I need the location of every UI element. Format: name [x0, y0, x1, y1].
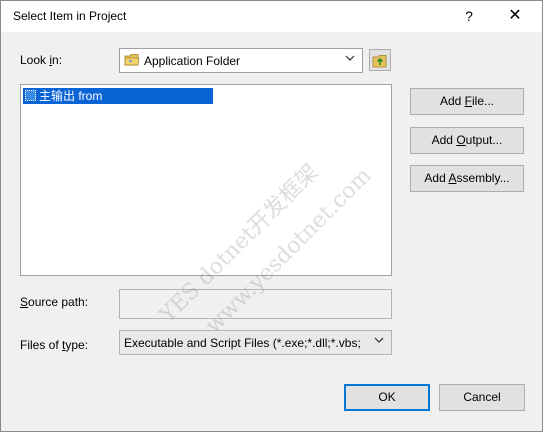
list-item-label: 主输出 from — [39, 89, 103, 103]
add-file-post: ile... — [472, 94, 495, 108]
look-in-value: Application Folder — [144, 54, 241, 68]
add-assembly-post: ssembly... — [456, 171, 510, 185]
folder-icon — [124, 54, 140, 66]
files-of-type-prefix: Files of — [20, 338, 63, 352]
source-path-label: Source path: — [20, 295, 88, 309]
add-output-accel: O — [456, 133, 466, 147]
chevron-down-icon — [374, 335, 384, 348]
select-item-dialog: Select Item in Project ? ✕ Look in: Appl… — [0, 0, 543, 432]
add-file-button[interactable]: Add File... — [410, 88, 524, 115]
add-file-accel: F — [464, 94, 472, 108]
project-output-icon — [25, 90, 36, 101]
cancel-button[interactable]: Cancel — [439, 384, 525, 411]
files-of-type-suffix: ype: — [65, 338, 89, 352]
look-in-dropdown[interactable]: Application Folder — [119, 48, 363, 73]
list-item[interactable]: 主输出 from — [23, 88, 213, 104]
look-in-label-prefix: Look — [20, 53, 50, 67]
look-in-label: Look in: — [20, 53, 62, 67]
up-folder-button[interactable] — [369, 49, 391, 71]
add-file-pre: Add — [439, 94, 465, 108]
add-output-button[interactable]: Add Output... — [410, 127, 524, 154]
files-of-type-dropdown[interactable]: Executable and Script Files (*.exe;*.dll… — [119, 330, 392, 355]
files-of-type-label: Files of type: — [20, 338, 88, 352]
source-path-field[interactable] — [119, 289, 392, 319]
files-of-type-value: Executable and Script Files (*.exe;*.dll… — [124, 336, 361, 350]
folder-up-icon — [372, 55, 387, 68]
source-path-label-accel: S — [20, 295, 29, 309]
source-path-label-rest: ource path: — [28, 295, 89, 309]
close-button[interactable]: ✕ — [497, 2, 533, 30]
chevron-down-icon — [345, 53, 355, 66]
title-bar: Select Item in Project ? ✕ — [1, 1, 542, 32]
add-assembly-button[interactable]: Add Assembly... — [410, 165, 524, 192]
add-output-pre: Add — [431, 133, 457, 147]
look-in-label-suffix: n: — [52, 53, 63, 67]
project-items-list[interactable]: 主输出 from — [20, 84, 392, 276]
add-output-post: utput... — [465, 133, 503, 147]
ok-button[interactable]: OK — [344, 384, 430, 411]
help-button[interactable]: ? — [453, 2, 485, 30]
dialog-title: Select Item in Project — [13, 9, 127, 23]
add-assembly-pre: Add — [424, 171, 449, 185]
